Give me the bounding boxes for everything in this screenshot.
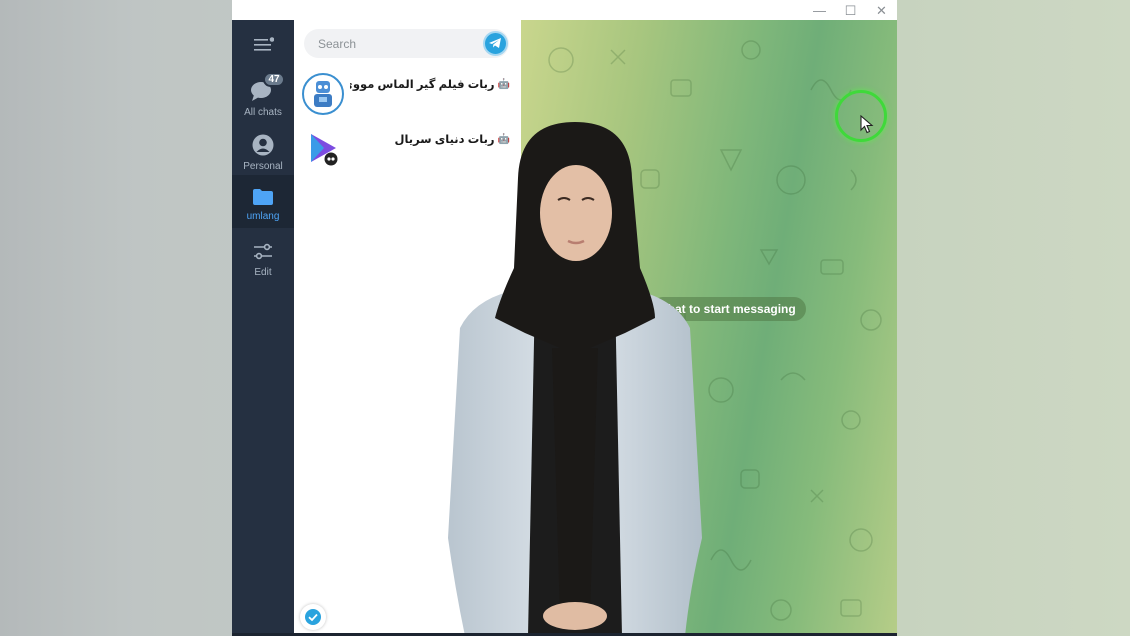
minimize-button[interactable]: — [804,0,835,20]
folders-sidebar: 47 All chats Personal umlang Edit [232,20,294,636]
folder-edit[interactable]: Edit [232,230,294,284]
close-button[interactable]: ✕ [866,0,897,20]
search-input[interactable] [304,29,509,58]
user-icon [252,134,274,156]
title-bar: — ☐ ✕ [232,0,897,20]
verified-check-icon [305,609,321,625]
telegram-logo-icon[interactable] [483,31,508,56]
robot-avatar-icon [314,81,332,107]
folder-label: Edit [254,267,272,278]
unread-badge: 47 [263,72,285,87]
hamburger-menu-icon[interactable] [254,37,274,51]
folder-label: All chats [244,107,282,118]
presenter-overlay [448,122,702,636]
chat-title: 🤖 ربات فیلم گیر الماس مووی | ... [350,77,510,92]
chat-avatar [302,128,344,170]
mouse-cursor-icon [860,115,874,134]
folder-personal[interactable]: Personal [232,124,294,178]
scarf-tail-shape [552,348,598,618]
chat-avatar [302,73,344,115]
hands-shape [543,602,607,630]
sliders-icon [254,243,272,260]
folder-label: Personal [243,161,283,172]
folder-umlang[interactable]: umlang [232,175,294,228]
bot-icon: 🤖 [497,78,510,90]
play-avatar-icon [311,134,338,166]
face-shape [540,165,612,261]
maximize-button[interactable]: ☐ [835,0,866,20]
chat-name-text: ربات فیلم گیر الماس مووی | ... [350,79,495,91]
verified-badge-button[interactable] [300,604,326,630]
folder-label: umlang [246,211,280,222]
folder-all-chats[interactable]: 47 All chats [232,70,294,124]
folder-icon [253,189,273,205]
